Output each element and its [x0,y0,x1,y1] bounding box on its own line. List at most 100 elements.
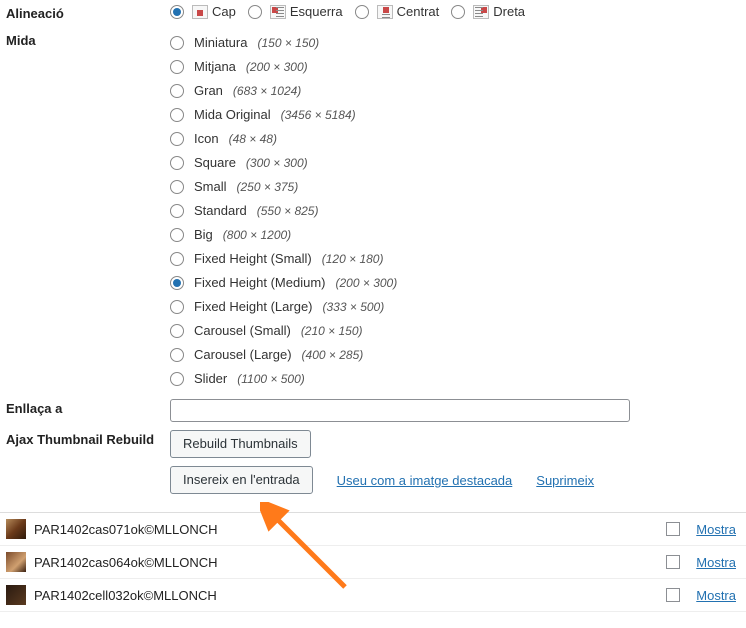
size-radio-full[interactable] [170,108,184,122]
size-option-fh-large[interactable]: Fixed Height (Large) (333 × 500) [170,295,736,319]
size-options: Miniatura(150 × 150)Mitjana(200 × 300)Gr… [170,31,736,391]
alignment-radio-left[interactable] [248,5,262,19]
size-option-slider[interactable]: Slider (1100 × 500) [170,367,736,391]
media-row: PAR1402cell032ok©MLLONCH Mostra [0,579,746,612]
align-right-icon [473,5,489,19]
size-radio-slider[interactable] [170,372,184,386]
delete-link[interactable]: Suprimeix [536,473,594,488]
media-list: PAR1402cas071ok©MLLONCHMostraPAR1402cas0… [0,512,746,612]
align-center-icon [377,5,393,19]
size-option-carousel-l[interactable]: Carousel (Large)(400 × 285) [170,343,736,367]
size-option-carousel-s[interactable]: Carousel (Small) (210 × 150) [170,319,736,343]
linkto-input[interactable] [170,399,630,422]
rebuild-thumbnails-button[interactable]: Rebuild Thumbnails [170,430,311,458]
size-option-dimensions: (333 × 500) [323,297,385,317]
size-option-label: Small [194,177,227,197]
size-option-square[interactable]: Square (300 × 300) [170,151,736,175]
media-show-link[interactable]: Mostra [696,588,736,603]
size-option-label: Mida Original [194,105,271,125]
media-select-checkbox[interactable] [666,555,680,569]
linkto-label: Enllaça a [0,395,170,426]
size-option-dimensions: (120 × 180) [322,249,384,269]
size-option-dimensions: (1100 × 500) [237,369,305,389]
size-option-label: Standard [194,201,247,221]
media-row: PAR1402cas064ok©MLLONCH Mostra [0,546,746,579]
align-cap-icon [192,5,208,19]
size-option-dimensions: (250 × 375) [237,177,299,197]
alignment-option-none[interactable]: Cap [170,4,236,19]
size-radio-thumbnail[interactable] [170,36,184,50]
media-thumbnail[interactable] [6,585,26,605]
use-as-featured-link[interactable]: Useu com a imatge destacada [337,473,513,488]
alignment-options: Cap Esquerra Centrat Dreta [170,4,736,19]
size-option-fh-medium[interactable]: Fixed Height (Medium) (200 × 300) [170,271,736,295]
alignment-option-label: Dreta [493,4,525,19]
media-thumbnail[interactable] [6,519,26,539]
size-radio-fh-large[interactable] [170,300,184,314]
size-option-fh-small[interactable]: Fixed Height (Small) (120 × 180) [170,247,736,271]
size-option-label: Square [194,153,236,173]
size-radio-square[interactable] [170,156,184,170]
size-option-label: Icon [194,129,219,149]
size-option-full[interactable]: Mida Original (3456 × 5184) [170,103,736,127]
size-option-dimensions: (300 × 300) [246,153,308,173]
media-title: PAR1402cas064ok©MLLONCH [34,555,666,570]
size-option-icon[interactable]: Icon (48 × 48) [170,127,736,151]
size-option-big[interactable]: Big (800 × 1200) [170,223,736,247]
size-option-medium[interactable]: Mitjana (200 × 300) [170,55,736,79]
size-option-dimensions: (200 × 300) [336,273,398,293]
alignment-option-label: Esquerra [290,4,343,19]
size-radio-fh-medium[interactable] [170,276,184,290]
media-title: PAR1402cell032ok©MLLONCH [34,588,666,603]
size-option-dimensions: (48 × 48) [229,129,277,149]
size-radio-big[interactable] [170,228,184,242]
alignment-option-right[interactable]: Dreta [451,4,525,19]
alignment-option-label: Centrat [397,4,440,19]
media-row: PAR1402cas071ok©MLLONCH Mostra [0,513,746,546]
media-show-link[interactable]: Mostra [696,555,736,570]
alignment-radio-right[interactable] [451,5,465,19]
media-thumbnail[interactable] [6,552,26,572]
alignment-option-left[interactable]: Esquerra [248,4,343,19]
size-option-label: Big [194,225,213,245]
size-option-thumbnail[interactable]: Miniatura (150 × 150) [170,31,736,55]
alignment-radio-none[interactable] [170,5,184,19]
align-left-icon [270,5,286,19]
alignment-option-center[interactable]: Centrat [355,4,440,19]
size-option-large[interactable]: Gran (683 × 1024) [170,79,736,103]
size-radio-carousel-s[interactable] [170,324,184,338]
size-option-dimensions: (800 × 1200) [223,225,291,245]
size-option-label: Miniatura [194,33,247,53]
size-option-label: Fixed Height (Large) [194,297,313,317]
size-radio-icon[interactable] [170,132,184,146]
insert-into-post-button[interactable]: Insereix en l'entrada [170,466,313,494]
size-radio-small[interactable] [170,180,184,194]
size-option-dimensions: (550 × 825) [257,201,319,221]
size-radio-fh-small[interactable] [170,252,184,266]
media-select-checkbox[interactable] [666,588,680,602]
media-show-link[interactable]: Mostra [696,522,736,537]
alignment-radio-center[interactable] [355,5,369,19]
media-select-checkbox[interactable] [666,522,680,536]
size-option-label: Fixed Height (Small) [194,249,312,269]
media-title: PAR1402cas071ok©MLLONCH [34,522,666,537]
size-option-dimensions: (683 × 1024) [233,81,301,101]
size-option-dimensions: (150 × 150) [257,33,319,53]
size-option-small[interactable]: Small (250 × 375) [170,175,736,199]
alignment-option-label: Cap [212,4,236,19]
size-label: Mida [0,27,170,395]
size-option-dimensions: (3456 × 5184) [281,105,356,125]
size-option-label: Fixed Height (Medium) [194,273,326,293]
alignment-label: Alineació [0,0,170,27]
size-radio-medium[interactable] [170,60,184,74]
size-radio-standard[interactable] [170,204,184,218]
size-radio-carousel-l[interactable] [170,348,184,362]
size-option-standard[interactable]: Standard (550 × 825) [170,199,736,223]
size-option-dimensions: (210 × 150) [301,321,363,341]
size-radio-large[interactable] [170,84,184,98]
size-option-label: Slider [194,369,227,389]
size-option-label: Mitjana [194,57,236,77]
size-option-label: Carousel (Small) [194,321,291,341]
size-option-label: Gran [194,81,223,101]
size-option-dimensions: (200 × 300) [246,57,308,77]
